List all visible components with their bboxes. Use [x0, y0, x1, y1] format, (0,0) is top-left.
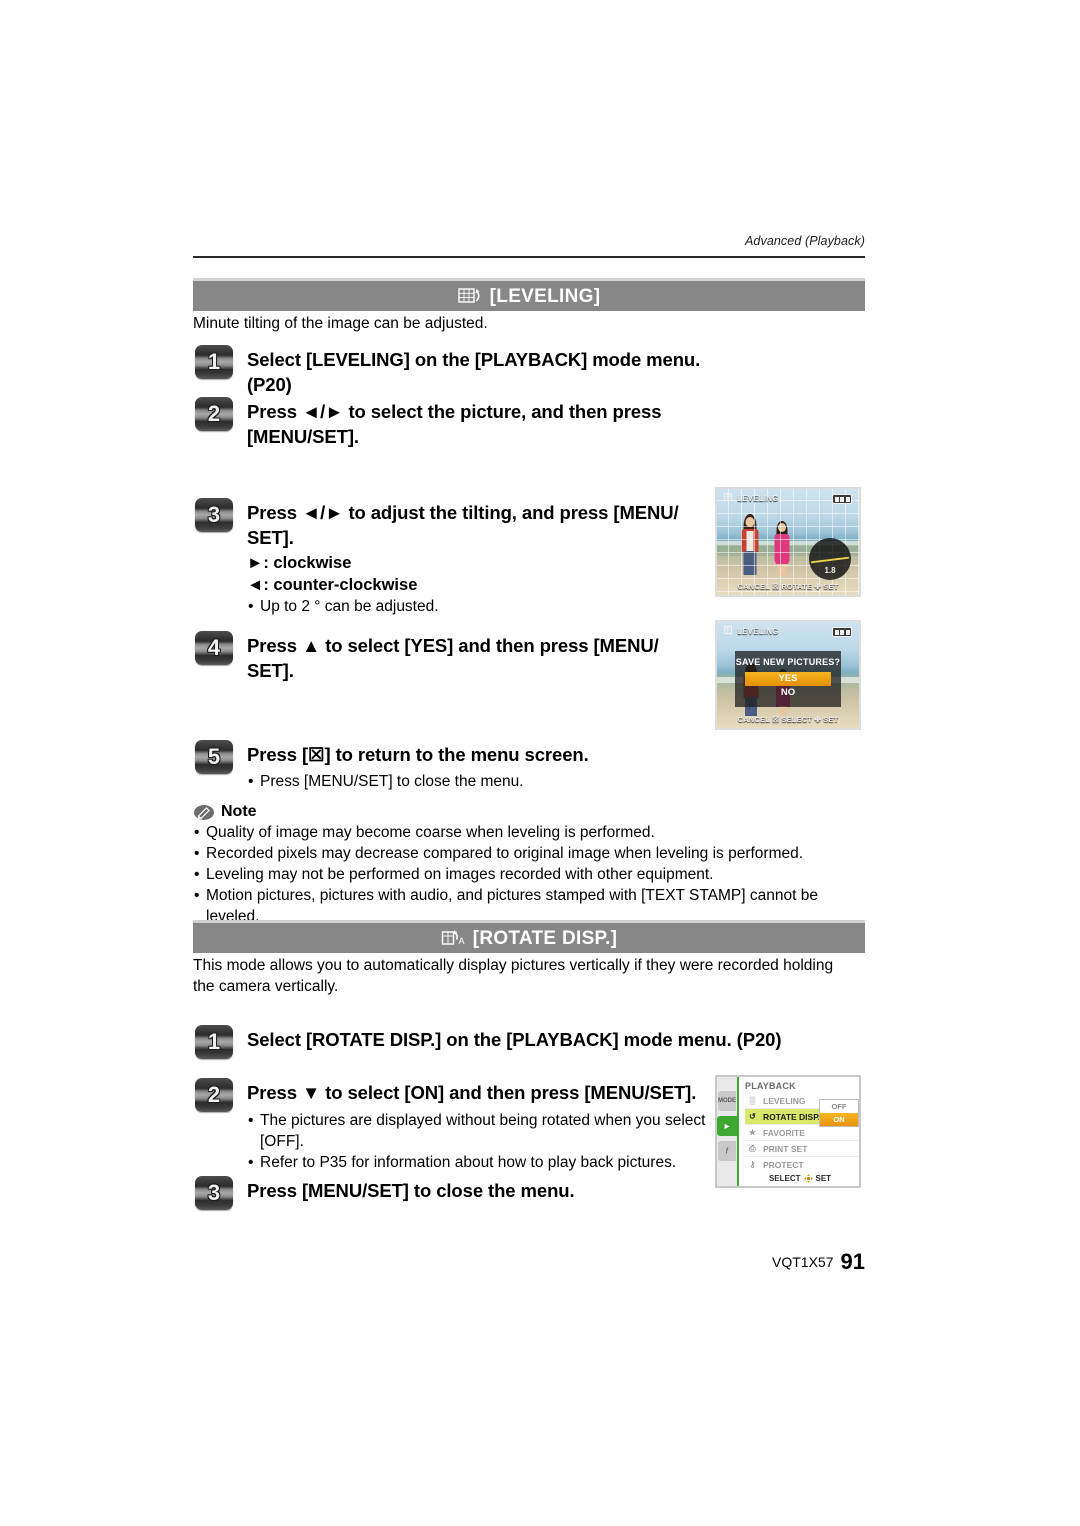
note-item: Recorded pixels may decrease compared to… [193, 843, 861, 864]
battery-full-icon [832, 627, 852, 637]
rotate-disp-intro: This mode allows you to automatically di… [193, 957, 834, 995]
svg-text:A: A [458, 936, 464, 946]
lcd-leveling-adjust: LEVELING 1.8 CANCEL ☒ ROTATE ✤ SET [715, 487, 861, 597]
section-header-leveling: [LEVELING] [193, 278, 865, 311]
lcd-mode-label: LEVELING [724, 626, 779, 636]
print-set-icon: ⎙ [749, 1143, 756, 1153]
substep-note: The pictures are displayed without being… [247, 1110, 707, 1152]
tilt-dial: 1.8 [809, 537, 851, 580]
page-number: 91 [840, 1249, 865, 1274]
lcd-bottom-bar: CANCEL ☒ ROTATE ✤ SET [737, 582, 839, 591]
protect-key-icon: ⚷ [749, 1160, 756, 1169]
option-on[interactable]: ON [820, 1113, 858, 1126]
leveling-icon: ▒ [749, 1096, 756, 1105]
section-title: [ROTATE DISP.] [472, 927, 618, 949]
step-substeps: Press [MENU/SET] to close the menu. [247, 771, 707, 792]
page-footer: VQT1X57 91 [193, 1249, 865, 1275]
step-number: 1 [195, 345, 233, 379]
tilt-value: 1.8 [824, 565, 836, 575]
option-off[interactable]: OFF [820, 1100, 858, 1113]
leveling-small-icon [724, 626, 734, 636]
header-rule [193, 256, 865, 258]
menu-title: PLAYBACK [745, 1081, 796, 1091]
save-option-yes[interactable]: YES [745, 671, 831, 686]
leveling-intro: Minute tilting of the image can be adjus… [193, 315, 488, 332]
lcd-save-dialog: LEVELING SAVE NEW PICTURES? YES NO CANCE… [715, 620, 861, 730]
rotate-display-auto-icon: A [441, 928, 467, 948]
battery-full-icon [832, 494, 852, 504]
step-number: 4 [195, 631, 233, 665]
note-pencil-icon [193, 804, 215, 821]
step-number: 3 [195, 1176, 233, 1210]
menu-tab-strip: MODE ▶ ƒ [717, 1077, 739, 1186]
note-label: Note [221, 803, 257, 820]
save-option-no[interactable]: NO [745, 686, 830, 700]
substep-note: Refer to P35 for information about how t… [247, 1152, 707, 1173]
document-code: VQT1X57 [772, 1254, 834, 1270]
menu-footer-set: SET [815, 1174, 832, 1183]
tab-setup[interactable]: ƒ [718, 1141, 736, 1161]
menu-item-label: LEVELING [763, 1095, 806, 1106]
lcd-mode-label: LEVELING [724, 493, 779, 503]
step-number: 3 [195, 498, 233, 532]
leveling-small-icon [724, 493, 734, 503]
dpad-icon [803, 1174, 813, 1183]
menu-item-label: ROTATE DISP. [763, 1111, 821, 1122]
menu-footer-select: SELECT [768, 1174, 801, 1183]
note-item: Leveling may not be performed on images … [193, 864, 861, 885]
step-text: Press ◄/► to adjust the tilting, and pre… [247, 502, 679, 548]
substep-note: Press [MENU/SET] to close the menu. [247, 771, 707, 792]
substep-note: Up to 2 ° can be adjusted. [247, 596, 707, 617]
step-text: Select [LEVELING] on the [PLAYBACK] mode… [247, 349, 701, 395]
menu-body: PLAYBACK ▒ LEVELING ↺ ROTATE DISP. ★ FAV… [741, 1077, 859, 1186]
favorite-star-icon: ★ [748, 1128, 757, 1137]
menu-footer-hint: SELECT SET [741, 1174, 859, 1183]
save-question: SAVE NEW PICTURES? [735, 656, 841, 667]
menu-item-protect[interactable]: ⚷ PROTECT [745, 1157, 859, 1172]
save-confirm-dialog: SAVE NEW PICTURES? YES NO [735, 650, 841, 707]
note-block-leveling: Note Quality of image may become coarse … [193, 803, 861, 927]
step-text: Press ▼ to select [ON] and then press [M… [247, 1082, 697, 1103]
menu-item-favorite[interactable]: ★ FAVORITE [745, 1125, 859, 1141]
running-head: Advanced (Playback) [744, 234, 865, 248]
section-title: [LEVELING] [489, 285, 601, 307]
rotate-disp-icon: ↺ [749, 1112, 756, 1121]
substep-clockwise: ►: clockwise [247, 554, 352, 572]
rotate-disp-options: OFF ON [819, 1099, 859, 1127]
step-text: Select [ROTATE DISP.] on the [PLAYBACK] … [247, 1029, 782, 1050]
step-number: 2 [195, 397, 233, 431]
step-substeps: ►: clockwise ◄: counter-clockwise Up to … [247, 552, 707, 617]
step-text: Press [MENU/SET] to close the menu. [247, 1180, 575, 1201]
note-item: Quality of image may become coarse when … [193, 822, 861, 843]
tab-playback[interactable]: ▶ [717, 1116, 737, 1136]
menu-item-label: PROTECT [763, 1159, 804, 1170]
lcd-bottom-bar: CANCEL ☒ SELECT ✤ SET [737, 715, 839, 724]
tab-mode[interactable]: MODE [718, 1091, 736, 1111]
substep-counter-clockwise: ◄: counter-clockwise [247, 576, 418, 594]
manual-page: Advanced (Playback) [LEVELING] Minute ti… [0, 0, 1080, 1526]
note-items: Quality of image may become coarse when … [193, 822, 861, 927]
step-text: Press ▲ to select [YES] and then press [… [247, 635, 659, 681]
step-number: 5 [195, 740, 233, 774]
menu-item-label: FAVORITE [763, 1127, 805, 1138]
step-substeps: The pictures are displayed without being… [247, 1110, 707, 1173]
step-text: Press [☒] to return to the menu screen. [247, 744, 589, 765]
step-text: Press ◄/► to select the picture, and the… [247, 401, 662, 447]
grid-rotate-icon [457, 286, 484, 306]
menu-item-label: PRINT SET [763, 1143, 808, 1154]
note-heading: Note [193, 803, 861, 821]
step-number: 2 [195, 1078, 233, 1112]
menu-item-print-set[interactable]: ⎙ PRINT SET [745, 1141, 859, 1157]
step-number: 1 [195, 1025, 233, 1059]
tilt-horizon-line [811, 556, 849, 564]
lcd-playback-menu: MODE ▶ ƒ PLAYBACK ▒ LEVELING ↺ ROTATE DI… [715, 1075, 861, 1188]
section-header-rotate-disp: A [ROTATE DISP.] [193, 920, 865, 953]
